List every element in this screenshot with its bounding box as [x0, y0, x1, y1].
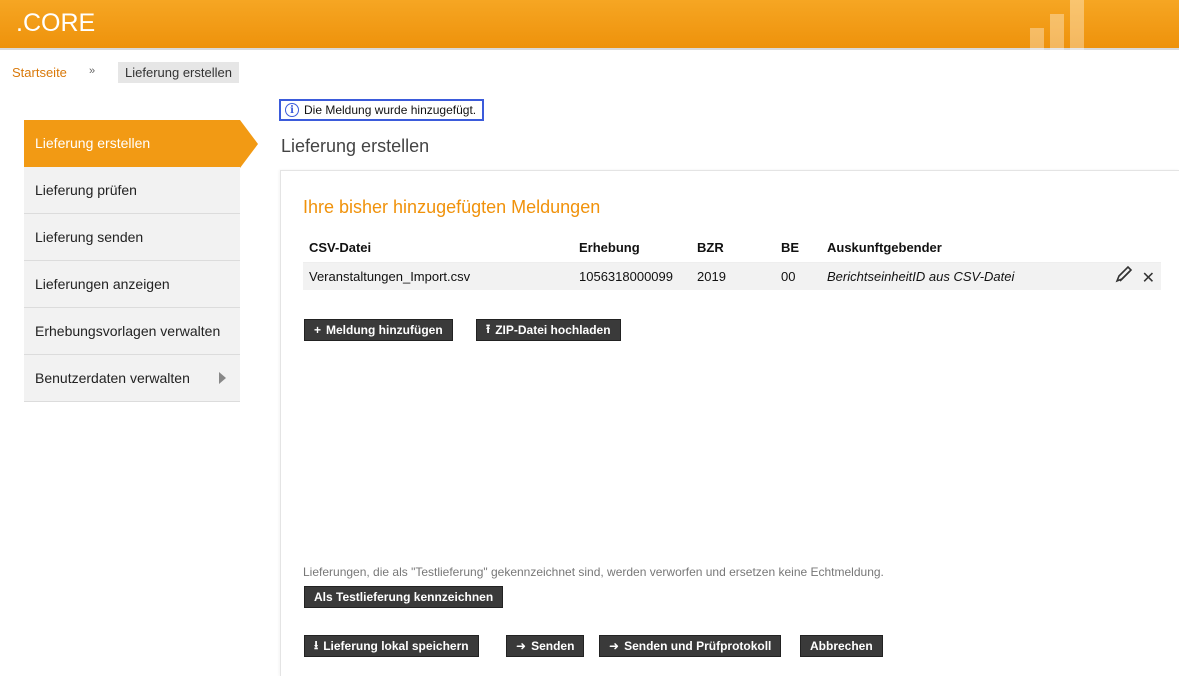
sidebar-item-label: Benutzerdaten verwalten [35, 370, 190, 386]
mark-test-delivery-button[interactable]: Als Testlieferung kennzeichnen [304, 586, 504, 608]
sidebar-item-label: Lieferung prüfen [35, 182, 137, 198]
brand-logo[interactable]: .CORE [16, 9, 95, 38]
cell-erhebung: 1056318000099 [573, 262, 691, 290]
notice-text: Die Meldung wurde hinzugefügt. [304, 103, 477, 117]
cancel-button[interactable]: Abbrechen [800, 635, 883, 657]
column-header-auskunftgebender: Auskunftgebender [821, 234, 1091, 263]
send-button[interactable]: ➜ Senden [506, 635, 585, 657]
sidebar-item-lieferung-pruefen[interactable]: Lieferung prüfen [24, 167, 240, 214]
upload-zip-button[interactable]: ⭱ ZIP-Datei hochladen [476, 319, 621, 341]
add-message-button[interactable]: + Meldung hinzufügen [304, 319, 453, 341]
sidebar-item-lieferungen-anzeigen[interactable]: Lieferungen anzeigen [24, 261, 240, 308]
send-with-protocol-button[interactable]: ➜ Senden und Prüfprotokoll [599, 635, 782, 657]
breadcrumb-home-link[interactable]: Startseite [12, 65, 67, 80]
delete-x-icon[interactable]: ✕ [1142, 268, 1155, 288]
send-label: Senden [531, 639, 575, 653]
column-header-csv: CSV-Datei [303, 234, 573, 263]
cell-auskunftgebender: BerichtseinheitID aus CSV-Datei [821, 262, 1091, 290]
sidebar-item-label: Lieferung erstellen [35, 135, 151, 151]
sidebar-item-lieferung-erstellen[interactable]: Lieferung erstellen [24, 120, 258, 168]
save-local-label: Lieferung lokal speichern [323, 639, 469, 653]
column-header-erhebung: Erhebung [573, 234, 691, 263]
info-icon: i [285, 103, 299, 117]
sidebar-item-label: Lieferung senden [35, 229, 144, 245]
sidebar-item-label: Erhebungsvorlagen verwalten [35, 323, 221, 339]
save-local-button[interactable]: ⭳ Lieferung lokal speichern [304, 635, 479, 657]
table-header-row: CSV-Datei Erhebung BZR BE Auskunftgebend… [303, 234, 1161, 263]
test-delivery-hint: Lieferungen, die als "Testlieferung" gek… [303, 565, 884, 579]
chevron-right-icon [219, 372, 226, 384]
edit-pencil-icon[interactable] [1114, 265, 1134, 288]
plus-icon: + [314, 323, 322, 337]
arrow-right-icon: ➜ [609, 639, 620, 653]
upload-zip-label: ZIP-Datei hochladen [495, 323, 611, 337]
cell-bzr: 2019 [691, 262, 775, 290]
sidebar-item-erhebungsvorlagen[interactable]: Erhebungsvorlagen verwalten [24, 308, 240, 355]
sidebar-nav: Lieferung erstellen Lieferung prüfen Lie… [24, 120, 258, 402]
send-protocol-label: Senden und Prüfprotokoll [624, 639, 772, 653]
cancel-label: Abbrechen [810, 639, 873, 653]
info-notice: i Die Meldung wurde hinzugefügt. [279, 99, 485, 121]
section-title: Ihre bisher hinzugefügten Meldungen [303, 197, 601, 217]
sidebar-item-lieferung-senden[interactable]: Lieferung senden [24, 214, 240, 261]
sidebar-item-label: Lieferungen anzeigen [35, 276, 170, 292]
download-icon: ⭳ [314, 637, 319, 652]
column-header-actions [1091, 234, 1161, 263]
breadcrumb-separator: » [89, 65, 96, 77]
arrow-right-icon: ➜ [516, 639, 527, 653]
page-title: Lieferung erstellen [281, 136, 430, 156]
mark-test-label: Als Testlieferung kennzeichnen [314, 590, 494, 604]
breadcrumb-current: Lieferung erstellen [118, 62, 239, 83]
messages-table: CSV-Datei Erhebung BZR BE Auskunftgebend… [303, 234, 1161, 290]
upload-icon: ⭱ [486, 321, 491, 336]
column-header-bzr: BZR [691, 234, 775, 263]
column-header-be: BE [775, 234, 821, 263]
sidebar-item-benutzerdaten[interactable]: Benutzerdaten verwalten [24, 355, 240, 402]
logo-bars-graphic [1030, 0, 1110, 50]
add-message-label: Meldung hinzufügen [326, 323, 443, 337]
main-panel: Ihre bisher hinzugefügten Meldungen CSV-… [280, 170, 1179, 676]
cell-csv: Veranstaltungen_Import.csv [303, 262, 573, 290]
app-header: .CORE [0, 0, 1179, 50]
cell-be: 00 [775, 262, 821, 290]
table-row: Veranstaltungen_Import.csv 1056318000099… [303, 262, 1161, 290]
cell-actions: ✕ [1091, 262, 1161, 290]
